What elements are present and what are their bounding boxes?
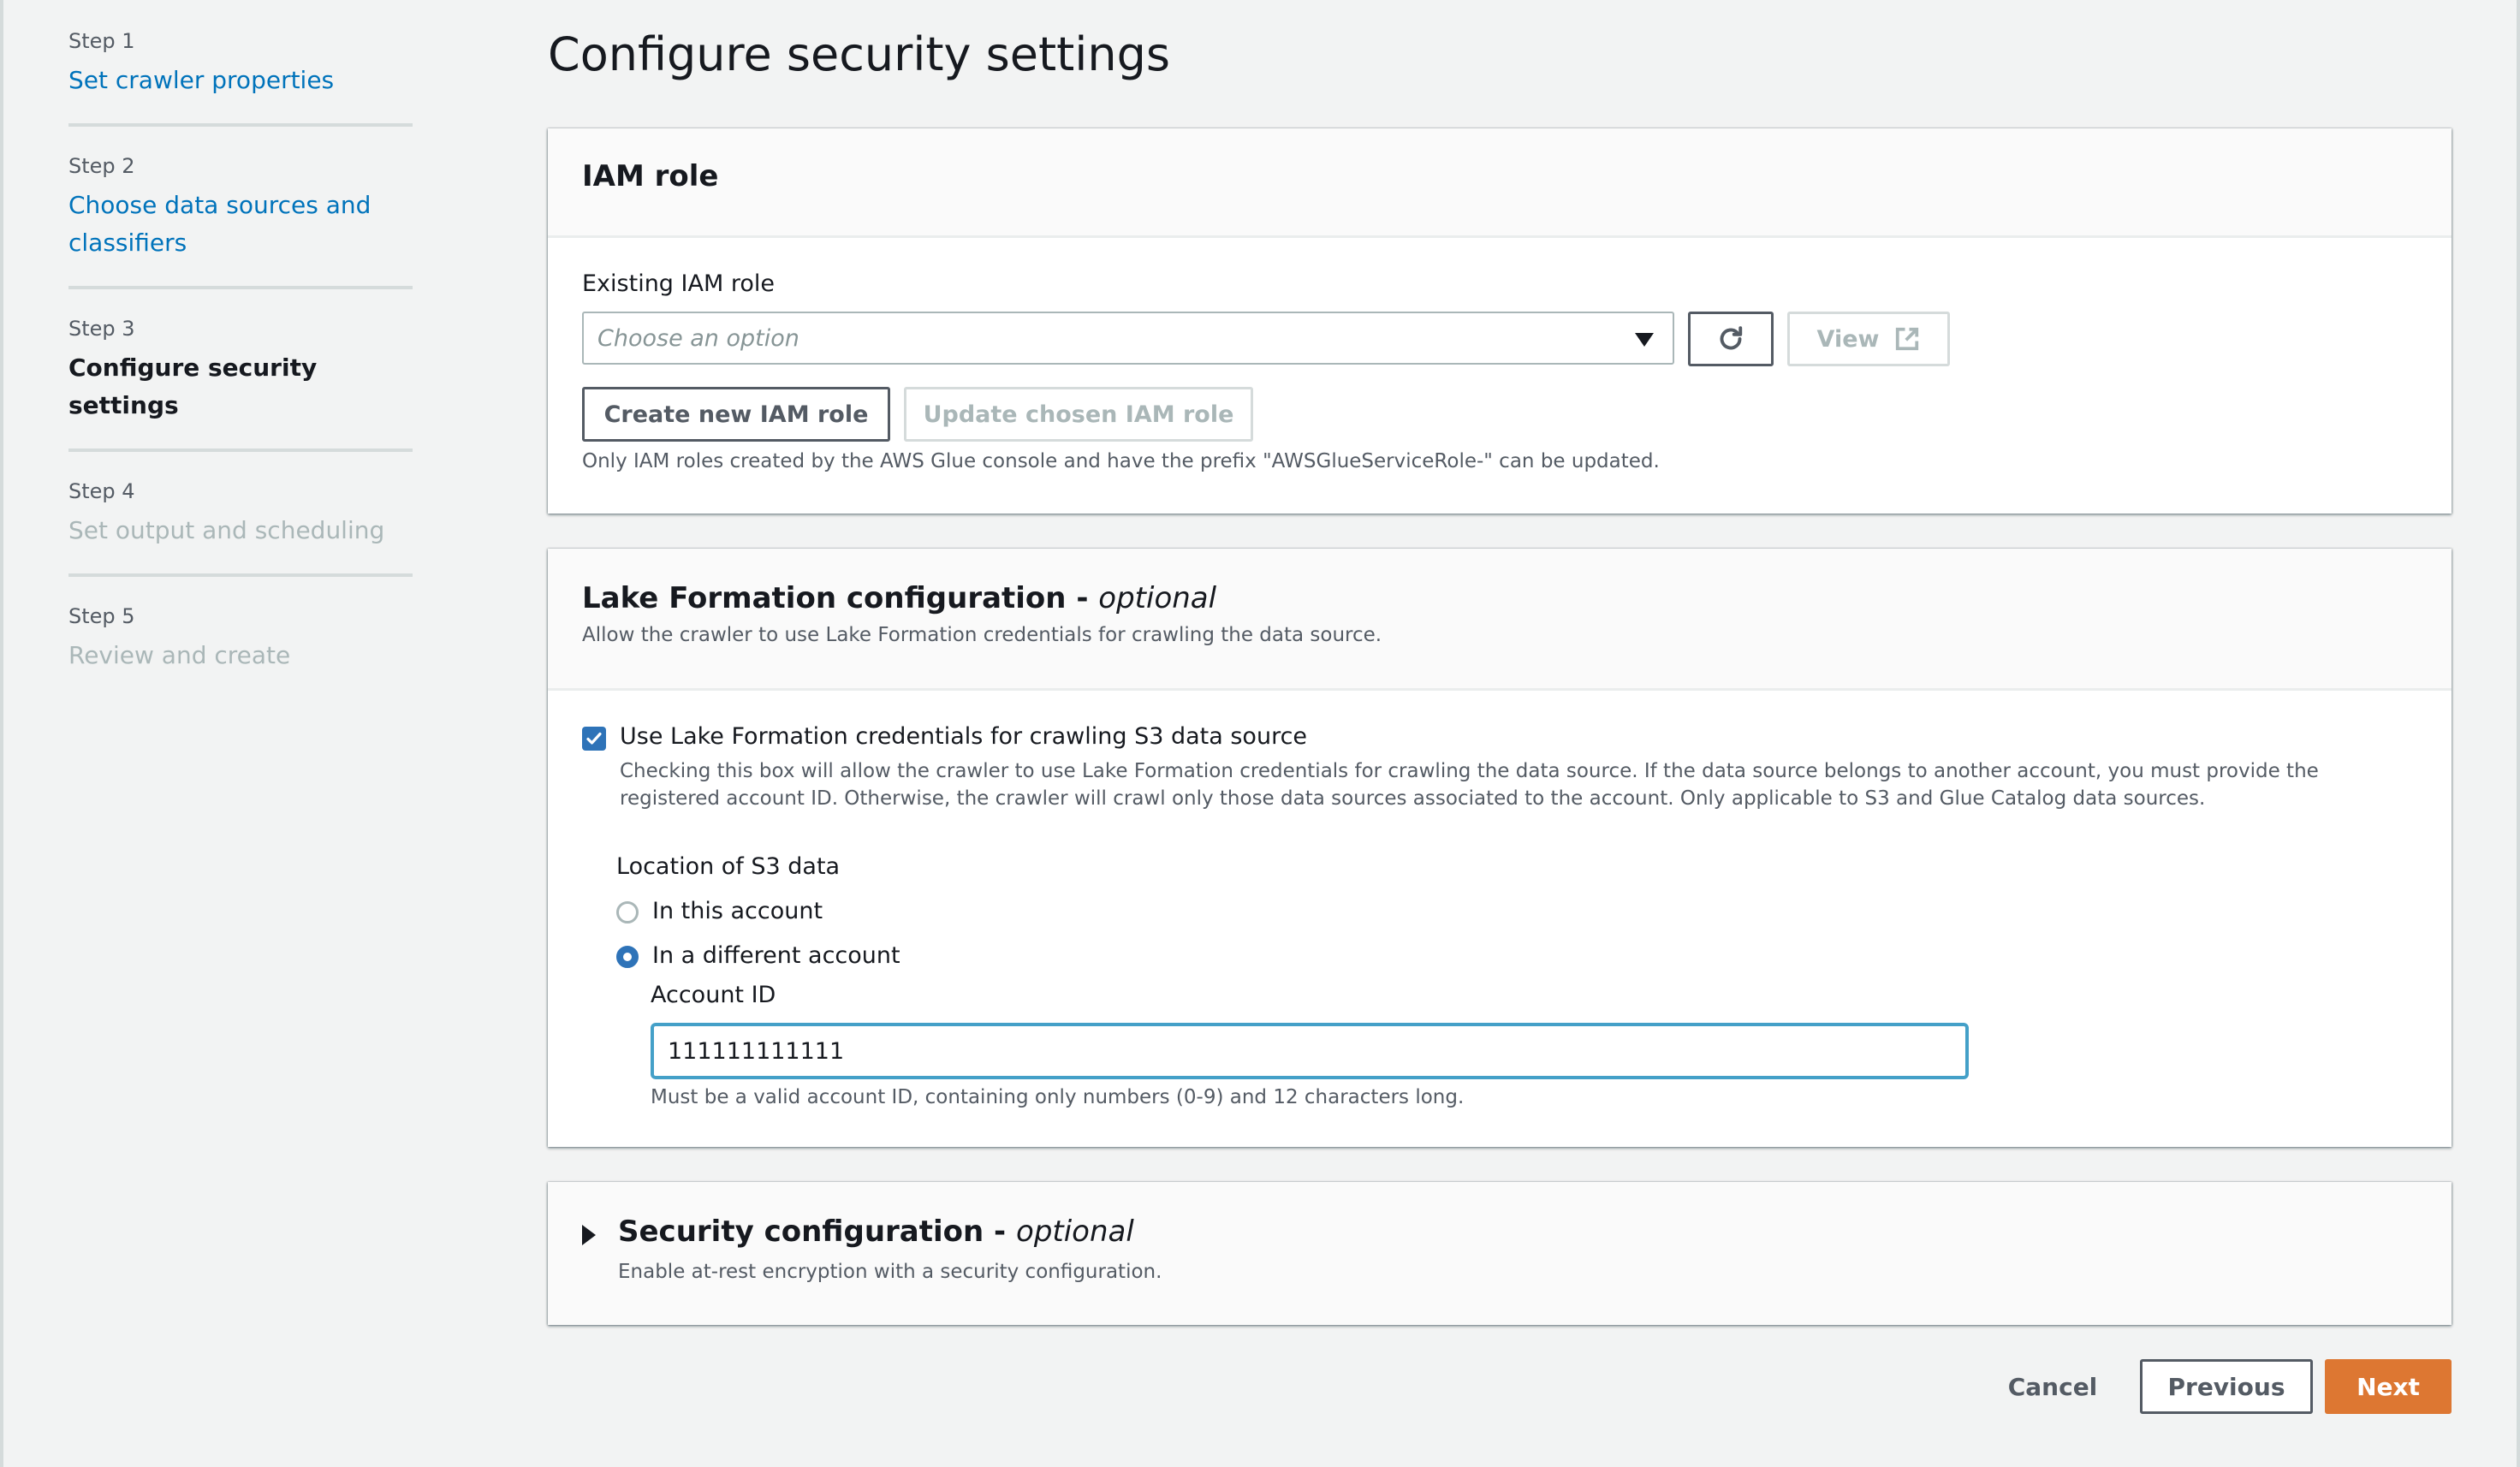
view-role-button[interactable]: View	[1787, 312, 1950, 366]
use-lake-formation-label[interactable]: Use Lake Formation credentials for crawl…	[620, 723, 1307, 750]
existing-iam-role-label: Existing IAM role	[582, 270, 775, 297]
wizard-step-5: Step 5 Review and create	[68, 573, 413, 698]
step-current-configure-security: Configure security settings	[68, 353, 318, 419]
iam-role-panel: IAM role Existing IAM role Choose an opt…	[548, 128, 2452, 514]
right-edge-border	[2517, 0, 2520, 1467]
step-number: Step 1	[68, 29, 135, 53]
security-configuration-heading-text: Security configuration -	[618, 1215, 1017, 1249]
external-link-icon	[1896, 327, 1919, 351]
security-configuration-description: Enable at-rest encryption with a securit…	[618, 1261, 1162, 1283]
lake-formation-heading: Lake Formation configuration - optional	[582, 581, 2417, 615]
step-number: Step 2	[68, 154, 135, 178]
use-lake-formation-checkbox[interactable]	[582, 727, 606, 751]
refresh-icon	[1720, 326, 1743, 350]
wizard-step-2: Step 2 Choose data sources and classifie…	[68, 123, 413, 286]
security-configuration-heading[interactable]: Security configuration - optional	[618, 1215, 1134, 1249]
step-link-set-crawler-properties[interactable]: Set crawler properties	[68, 62, 413, 99]
iam-role-hint: Only IAM roles created by the AWS Glue c…	[582, 450, 1660, 472]
lake-formation-panel-header: Lake Formation configuration - optional …	[548, 549, 2452, 691]
wizard-step-1: Step 1 Set crawler properties	[68, 26, 413, 123]
page-title: Configure security settings	[548, 27, 1170, 81]
step-disabled-set-output: Set output and scheduling	[68, 516, 385, 544]
step-link-choose-data-sources[interactable]: Choose data sources and classifiers	[68, 187, 377, 262]
optional-tag: optional	[1016, 1215, 1134, 1249]
existing-iam-role-select[interactable]: Choose an option	[582, 312, 1674, 365]
update-chosen-iam-role-button[interactable]: Update chosen IAM role	[904, 387, 1253, 442]
step-disabled-review-create: Review and create	[68, 641, 291, 669]
account-id-hint: Must be a valid account ID, containing o…	[651, 1086, 1465, 1108]
view-button-label: View	[1816, 325, 1880, 353]
caret-down-icon	[1635, 333, 1654, 347]
radio-in-a-different-account[interactable]	[616, 946, 639, 968]
left-edge-border	[0, 0, 3, 1467]
step-number: Step 5	[68, 604, 135, 628]
previous-button[interactable]: Previous	[2140, 1359, 2313, 1414]
lake-formation-panel: Lake Formation configuration - optional …	[548, 549, 2452, 1147]
optional-tag: optional	[1098, 581, 1217, 615]
create-new-iam-role-button[interactable]: Create new IAM role	[582, 387, 890, 442]
iam-role-panel-header: IAM role	[548, 128, 2452, 238]
step-number: Step 4	[68, 479, 135, 503]
checkmark-icon	[586, 732, 602, 745]
location-of-s3-data-label: Location of S3 data	[616, 853, 841, 880]
select-placeholder: Choose an option	[597, 325, 799, 352]
radio-in-this-account-label[interactable]: In this account	[652, 898, 823, 924]
lake-formation-description: Allow the crawler to use Lake Formation …	[582, 624, 1382, 646]
lake-formation-heading-text: Lake Formation configuration -	[582, 581, 1099, 615]
iam-role-heading: IAM role	[582, 159, 719, 193]
wizard-steps-nav: Step 1 Set crawler properties Step 2 Cho…	[68, 26, 413, 698]
step-number: Step 3	[68, 317, 135, 341]
next-button[interactable]: Next	[2325, 1359, 2452, 1414]
wizard-step-3: Step 3 Configure security settings	[68, 286, 413, 448]
caret-right-expand-icon[interactable]	[582, 1225, 596, 1245]
account-id-label: Account ID	[651, 982, 776, 1008]
use-lake-formation-description: Checking this box will allow the crawler…	[620, 760, 2319, 810]
account-id-input[interactable]	[651, 1023, 1969, 1079]
refresh-roles-button[interactable]	[1688, 312, 1774, 366]
radio-in-this-account[interactable]	[616, 901, 639, 924]
cancel-button[interactable]: Cancel	[1994, 1359, 2111, 1414]
security-configuration-panel: Security configuration - optional Enable…	[548, 1182, 2452, 1325]
radio-in-a-different-account-label[interactable]: In a different account	[652, 942, 900, 969]
wizard-step-4: Step 4 Set output and scheduling	[68, 448, 413, 573]
